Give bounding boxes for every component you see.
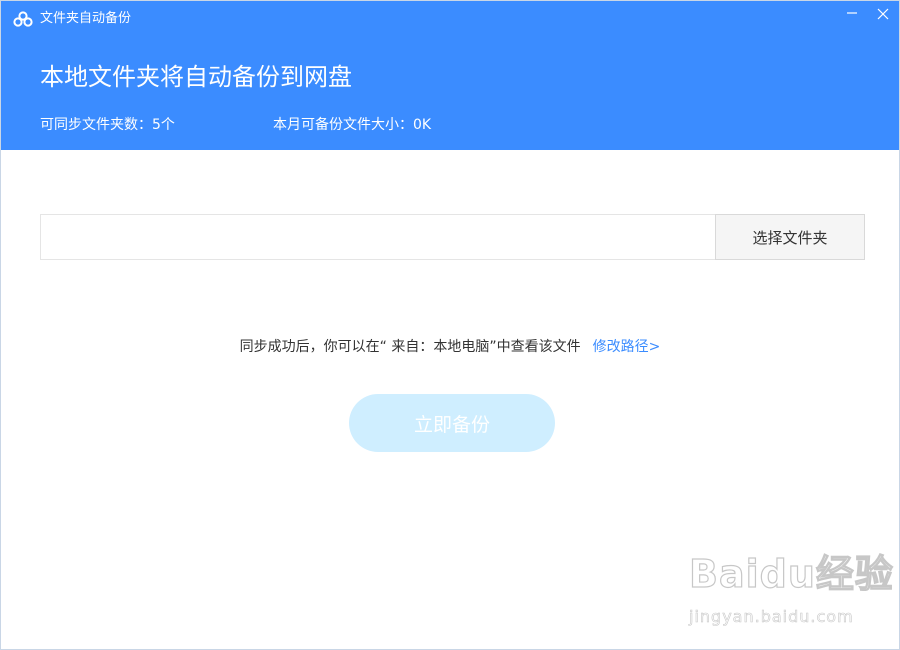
watermark-logo: Baidu经验 xyxy=(688,551,894,596)
baidu-netdisk-cloud-icon xyxy=(13,11,33,27)
close-button[interactable] xyxy=(868,3,898,27)
title-bar[interactable]: 文件夹自动备份 xyxy=(1,1,899,37)
header-banner: 文件夹自动备份 本地文件夹将自动备份到网盘 可同步文件夹数：5个 本月可备份文件… xyxy=(1,1,899,150)
page-title: 本地文件夹将自动备份到网盘 xyxy=(40,63,352,91)
modify-path-link[interactable]: 修改路径> xyxy=(593,339,661,355)
close-icon xyxy=(877,8,889,20)
sync-hint-text: 同步成功后，你可以在“ 来自：本地电脑”中查看该文件 xyxy=(239,339,581,355)
baidu-jingyan-watermark: Baidu经验 jingyan.baidu.com xyxy=(688,549,893,633)
choose-folder-button[interactable]: 选择文件夹 xyxy=(715,214,865,260)
sync-folder-count: 可同步文件夹数：5个 xyxy=(40,117,175,133)
minimize-button[interactable] xyxy=(837,3,867,27)
folder-path-input[interactable] xyxy=(40,214,715,260)
auto-backup-window: 文件夹自动备份 本地文件夹将自动备份到网盘 可同步文件夹数：5个 本月可备份文件… xyxy=(0,0,900,650)
minimize-icon xyxy=(847,12,857,14)
monthly-backup-size: 本月可备份文件大小：0K xyxy=(273,117,432,133)
watermark-url: jingyan.baidu.com xyxy=(689,607,854,627)
sync-hint: 同步成功后，你可以在“ 来自：本地电脑”中查看该文件 修改路径> xyxy=(1,338,899,356)
backup-now-button[interactable]: 立即备份 xyxy=(349,394,555,452)
window-title: 文件夹自动备份 xyxy=(40,11,132,26)
